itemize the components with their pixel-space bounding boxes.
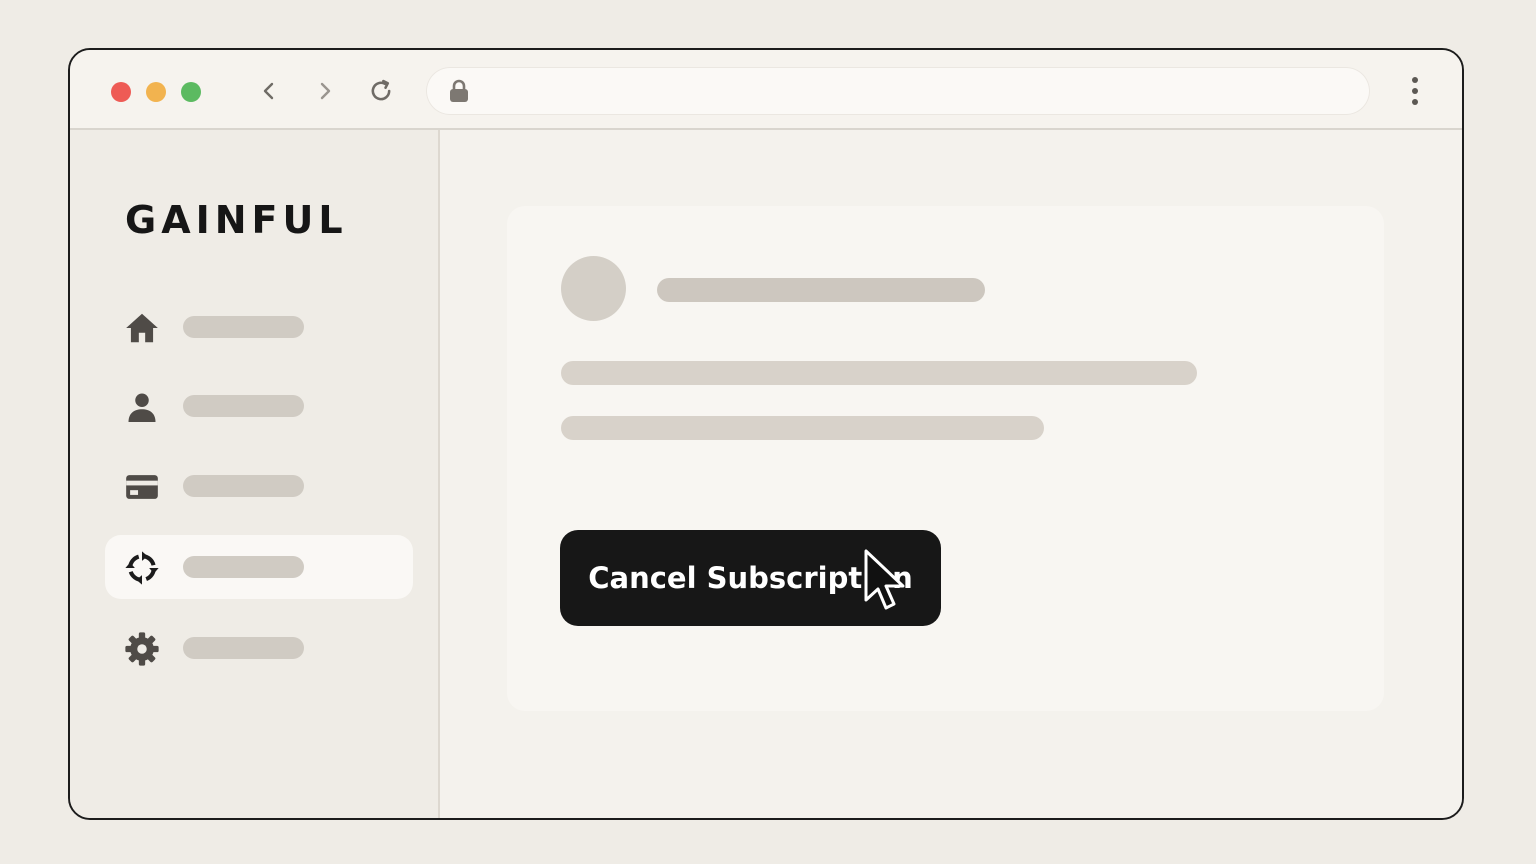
- home-icon: [123, 309, 161, 347]
- text-line-placeholder: [561, 361, 1197, 385]
- browser-toolbar: [70, 50, 1462, 130]
- reload-icon: [371, 79, 391, 101]
- chevron-right-icon: [320, 82, 331, 100]
- minimize-window-button[interactable]: [146, 82, 166, 102]
- credit-card-icon: [123, 468, 161, 506]
- address-bar[interactable]: [426, 67, 1370, 115]
- more-vertical-icon: [1412, 77, 1418, 105]
- sidebar-item-subscription[interactable]: [105, 535, 413, 599]
- sidebar: GAINFUL: [70, 130, 440, 818]
- back-button[interactable]: [252, 74, 286, 108]
- brand-logo: GAINFUL: [125, 198, 348, 242]
- avatar: [561, 256, 626, 321]
- close-window-button[interactable]: [111, 82, 131, 102]
- sidebar-item-billing[interactable]: [105, 454, 413, 518]
- browser-menu-button[interactable]: [1398, 74, 1432, 108]
- sidebar-item-label-placeholder: [183, 637, 304, 659]
- main-content: Cancel Subscription: [440, 130, 1462, 818]
- lock-icon: [450, 79, 468, 102]
- sidebar-item-home[interactable]: [105, 295, 413, 359]
- reload-button[interactable]: [364, 74, 398, 108]
- gear-icon: [123, 630, 161, 668]
- title-placeholder: [657, 278, 985, 302]
- chevron-left-icon: [263, 82, 274, 100]
- subscription-card: Cancel Subscription: [507, 206, 1384, 711]
- screen: GAINFUL Cancel Subscription: [0, 0, 1536, 864]
- text-line-placeholder: [561, 416, 1044, 440]
- sidebar-item-profile[interactable]: [105, 374, 413, 438]
- sidebar-item-label-placeholder: [183, 316, 304, 338]
- maximize-window-button[interactable]: [181, 82, 201, 102]
- mouse-pointer-icon: [864, 549, 905, 610]
- sidebar-item-label-placeholder: [183, 556, 304, 578]
- user-icon: [123, 388, 161, 426]
- subscription-cycle-icon: [123, 549, 161, 587]
- forward-button[interactable]: [308, 74, 342, 108]
- sidebar-item-label-placeholder: [183, 395, 304, 417]
- browser-window: GAINFUL Cancel Subscription: [68, 48, 1464, 820]
- sidebar-item-settings[interactable]: [105, 616, 413, 680]
- sidebar-item-label-placeholder: [183, 475, 304, 497]
